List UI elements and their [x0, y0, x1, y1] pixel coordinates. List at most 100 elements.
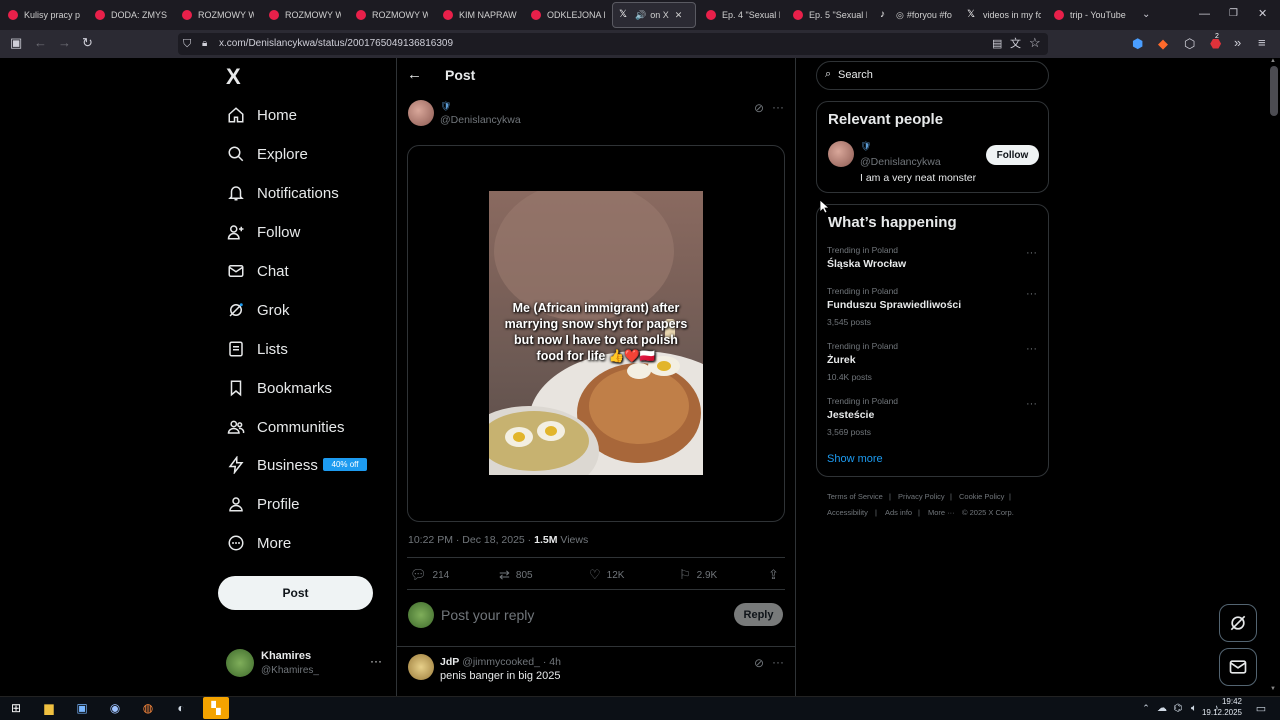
forward-icon[interactable]: →	[58, 36, 71, 50]
footer-privacy-link[interactable]: Privacy Policy	[898, 492, 945, 501]
scroll-up-icon[interactable]: ▲	[1270, 58, 1276, 64]
footer-ads-link[interactable]: Ads info	[885, 508, 912, 517]
grok-floating-button[interactable]	[1219, 604, 1257, 642]
browser-tab[interactable]: KIM NAPRAWDĘ	[443, 2, 517, 28]
reply-input[interactable]: Post your reply	[441, 607, 534, 623]
translate-icon[interactable]: 文	[1010, 37, 1021, 51]
steam-icon[interactable]: ◉	[106, 699, 124, 717]
close-tab-icon[interactable]: ✕	[675, 10, 683, 21]
person-avatar[interactable]	[828, 141, 854, 167]
speaker-icon[interactable]: 🔊	[635, 10, 646, 21]
sidebar-item-more[interactable]: More	[226, 530, 291, 556]
account-menu-icon[interactable]: ···	[370, 654, 382, 668]
trend-item[interactable]: Trending in Poland Śląska Wrocław ···	[827, 245, 1037, 270]
extensions-icon[interactable]: ⬡	[1184, 37, 1195, 51]
sidebar-item-follow[interactable]: Follow	[226, 219, 300, 245]
trend-item[interactable]: Trending in Poland Jesteście 3,569 posts…	[827, 396, 1037, 437]
sidebar-item-communities[interactable]: Communities	[226, 414, 345, 440]
trend-more-icon[interactable]: ···	[1026, 288, 1037, 300]
window-close-icon[interactable]: ✕	[1258, 7, 1267, 20]
clock-time[interactable]: 19:42	[1208, 697, 1242, 706]
reply-author-handle[interactable]: @jimmycooked_	[462, 656, 540, 668]
sidebar-item-bookmarks[interactable]: Bookmarks	[226, 375, 332, 401]
reply-author-name[interactable]: JdP	[440, 656, 459, 668]
browser-tab[interactable]: 𝕏videos in my fol	[967, 2, 1041, 28]
scrollbar-thumb[interactable]	[1270, 66, 1278, 116]
file-explorer-icon[interactable]: ▆	[40, 699, 58, 717]
bookmark-action[interactable]: ⚐ 2.9K	[679, 567, 717, 583]
back-icon[interactable]: ←	[34, 36, 47, 50]
reload-icon[interactable]: ↻	[82, 36, 93, 50]
messages-floating-button[interactable]	[1219, 648, 1257, 686]
menu-icon[interactable]: ≡	[1258, 36, 1266, 50]
browser-tab[interactable]: ♪ ◎ #foryou #fo	[880, 2, 954, 28]
post-button[interactable]: Post	[218, 576, 373, 610]
lock-icon[interactable]: 🔒︎	[202, 37, 207, 51]
reply-author-avatar[interactable]	[408, 654, 434, 680]
reply-button[interactable]: Reply	[734, 603, 783, 626]
browser-tab[interactable]: trip - YouTube	[1054, 2, 1128, 28]
sidebar-item-business[interactable]: Business	[226, 452, 318, 478]
browser-tab[interactable]: DODA: ZMYSŁO	[95, 2, 167, 28]
footer-cookie-link[interactable]: Cookie Policy	[959, 492, 1004, 501]
minimize-icon[interactable]: —	[1199, 8, 1210, 20]
sidebar-item-chat[interactable]: Chat	[226, 258, 289, 284]
extension-shield-icon[interactable]: ⬢	[1132, 37, 1143, 51]
post-timestamp[interactable]: 10:22 PM · Dec 18, 2025 · 1.5M Views	[408, 534, 588, 546]
footer-accessibility-link[interactable]: Accessibility	[827, 508, 868, 517]
overflow-chevrons-icon[interactable]: »	[1234, 36, 1241, 50]
grok-explain-icon[interactable]: ⊘	[754, 656, 764, 670]
browser-tab[interactable]: Ep. 5 "Sexual Be	[793, 2, 867, 28]
star-icon[interactable]: ☆	[1029, 36, 1041, 50]
shield-icon[interactable]: ⛉	[183, 37, 191, 51]
scrollbar-track[interactable]	[1268, 58, 1280, 696]
tab-list-chevron-icon[interactable]: ⌄	[1142, 9, 1150, 20]
sidebar-item-grok[interactable]: Grok	[226, 297, 290, 323]
notification-center-icon[interactable]: ▭	[1252, 699, 1270, 717]
restore-icon[interactable]: ❐	[1229, 8, 1238, 19]
sidebar-item-explore[interactable]: Explore	[226, 141, 308, 167]
trend-more-icon[interactable]: ···	[1026, 398, 1037, 410]
sidebar-toggle-icon[interactable]: ▣	[10, 36, 22, 50]
footer-more-link[interactable]: More ···	[928, 508, 955, 517]
post-more-icon[interactable]: ···	[772, 100, 784, 114]
extension-fox-icon[interactable]: ◆	[1158, 37, 1168, 51]
sidebar-item-profile[interactable]: Profile	[226, 491, 300, 517]
windows-start-icon[interactable]: ⊞	[7, 699, 25, 717]
account-avatar[interactable]	[226, 649, 254, 677]
clock-date[interactable]: 19.12.2025	[1200, 708, 1242, 717]
author-avatar[interactable]	[408, 100, 434, 126]
url-text[interactable]: x.com/Denislancykwa/status/2001765049136…	[219, 38, 453, 49]
browser-tab[interactable]: ROZMOWY W T	[356, 2, 428, 28]
browser-tab[interactable]: Kulisy pracy pro	[8, 2, 80, 28]
show-more-link[interactable]: Show more	[827, 453, 883, 465]
app-active-icon[interactable]: ▚	[203, 697, 229, 719]
sidebar-item-lists[interactable]: Lists	[226, 336, 288, 362]
reply-action[interactable]: 💬︎ 214	[410, 567, 449, 583]
repost-action[interactable]: ⇄ 805	[499, 567, 533, 583]
search-input[interactable]: Search	[838, 69, 873, 81]
reply-more-icon[interactable]: ···	[772, 655, 784, 669]
follow-button[interactable]: Follow	[986, 145, 1039, 165]
like-action[interactable]: ♡ 12K	[589, 567, 624, 583]
x-logo[interactable]: X	[226, 64, 241, 90]
trend-item[interactable]: Trending in Poland Żurek 10.4K posts ···	[827, 341, 1037, 382]
grok-explain-icon[interactable]: ⊘	[754, 101, 764, 115]
browser-tab[interactable]: Ep. 4 "Sexual Be	[706, 2, 780, 28]
app-monitor-icon[interactable]: ▣	[73, 699, 91, 717]
share-action[interactable]: ⇪	[768, 567, 785, 583]
back-arrow-icon[interactable]: ←	[407, 66, 422, 83]
firefox-icon[interactable]: ◍	[139, 699, 157, 717]
reader-view-icon[interactable]: ▤	[992, 37, 1002, 51]
footer-terms-link[interactable]: Terms of Service	[827, 492, 883, 501]
person-handle[interactable]: @Denislancykwa	[860, 156, 941, 168]
trend-more-icon[interactable]: ···	[1026, 343, 1037, 355]
browser-tab-active[interactable]: 𝕏 🔊 on X ✕	[612, 2, 696, 28]
sidebar-item-notifications[interactable]: Notifications	[226, 180, 339, 206]
sidebar-item-home[interactable]: Home	[226, 102, 297, 128]
author-handle[interactable]: @Denislancykwa	[440, 114, 521, 126]
app-icon[interactable]: ◐	[172, 699, 190, 717]
scroll-down-icon[interactable]: ▼	[1270, 686, 1276, 692]
browser-tab[interactable]: ROZMOWY W T	[182, 2, 254, 28]
browser-tab[interactable]: ROZMOWY W T	[269, 2, 341, 28]
